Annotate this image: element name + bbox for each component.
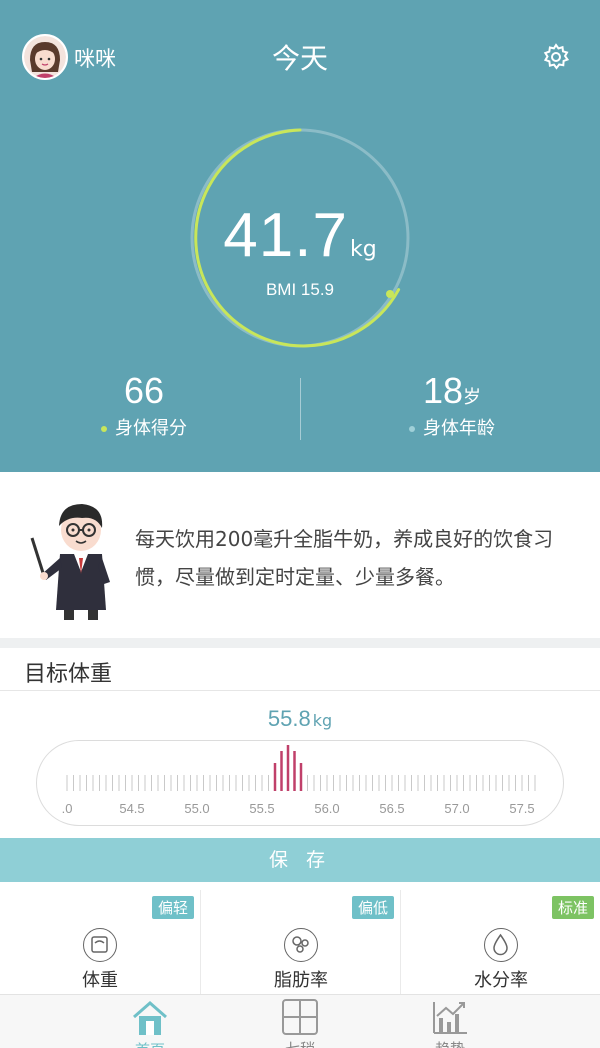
gear-icon[interactable] bbox=[541, 42, 571, 72]
body-score[interactable]: 66 身体得分 bbox=[34, 370, 254, 440]
metric-weight[interactable]: 偏轻 体重 bbox=[0, 890, 200, 994]
ruler-label: .0 bbox=[62, 801, 73, 816]
weight-value: 41.7 bbox=[223, 201, 348, 270]
weight-readout: 41.7kg bbox=[0, 200, 600, 271]
scale-icon bbox=[83, 928, 117, 962]
status-badge: 偏低 bbox=[351, 896, 394, 919]
health-tip-card: 每天饮用200毫升全脂牛奶，养成良好的饮食习惯，尽量做到定时定量、少量多餐。 bbox=[0, 472, 600, 638]
body-age-value: 18 bbox=[422, 370, 464, 411]
metric-label: 脂肪率 bbox=[274, 970, 328, 991]
body-age-unit: 岁 bbox=[463, 387, 482, 407]
ruler-label: 54.5 bbox=[119, 801, 144, 816]
ruler-label: 55.5 bbox=[249, 801, 274, 816]
target-weight-unit: kg bbox=[312, 711, 333, 730]
nav-trend[interactable]: 趋势 bbox=[350, 994, 550, 1048]
teacher-illustration bbox=[30, 504, 110, 620]
metric-label: 水分率 bbox=[474, 970, 528, 991]
target-weight-value: 55.8 bbox=[267, 706, 311, 731]
section-separator bbox=[0, 638, 600, 648]
metrics-panel: 偏轻 体重 偏低 脂肪率 标准 水分率 bbox=[0, 890, 600, 994]
water-drop-icon bbox=[484, 928, 518, 962]
page-title: 今天 bbox=[271, 42, 328, 75]
ruler-label: 57.0 bbox=[444, 801, 469, 816]
metric-label: 体重 bbox=[82, 970, 118, 991]
ruler-label: 56.0 bbox=[314, 801, 339, 816]
weight-unit: kg bbox=[349, 237, 377, 262]
weight-ruler-slider[interactable]: .0 54.5 55.0 55.5 56.0 56.5 57.0 57.5 bbox=[36, 740, 564, 826]
health-tip-text: 每天饮用200毫升全脂牛奶，养成良好的饮食习惯，尽量做到定时定量、少量多餐。 bbox=[135, 527, 554, 589]
status-badge: 标准 bbox=[551, 896, 594, 919]
body-age[interactable]: 18岁 身体年龄 bbox=[342, 370, 562, 440]
status-badge: 偏轻 bbox=[151, 896, 194, 919]
fat-icon bbox=[284, 928, 318, 962]
body-score-value: 66 bbox=[123, 370, 165, 411]
summary-header: 咪咪 今天 41.7kg BMI 15.9 66 身体得分 18岁 身体年龄 bbox=[0, 0, 600, 472]
metric-water-rate[interactable]: 标准 水分率 bbox=[400, 890, 600, 994]
trend-chart-icon bbox=[433, 1002, 467, 1034]
target-weight-title: 目标体重 bbox=[24, 662, 113, 687]
ruler-label: 56.5 bbox=[379, 801, 404, 816]
metric-fat-rate[interactable]: 偏低 脂肪率 bbox=[200, 890, 400, 994]
body-score-label: 身体得分 bbox=[115, 418, 187, 439]
target-weight-readout: 55.8 kg bbox=[0, 706, 600, 732]
ruler-label: 57.5 bbox=[509, 801, 534, 816]
divider bbox=[0, 690, 600, 691]
bmi-value: BMI 15.9 bbox=[265, 280, 335, 299]
ruler-label: 55.0 bbox=[184, 801, 209, 816]
bottom-nav-rest: 七稍 趋势 bbox=[0, 994, 600, 1048]
divider bbox=[300, 378, 301, 440]
save-button[interactable]: 保 存 bbox=[0, 838, 600, 882]
status-dot-icon bbox=[101, 426, 107, 432]
body-age-label: 身体年龄 bbox=[423, 418, 495, 439]
grid-icon bbox=[282, 999, 318, 1035]
status-dot-icon bbox=[409, 426, 415, 432]
nav-label: 趋势 bbox=[350, 1038, 550, 1048]
